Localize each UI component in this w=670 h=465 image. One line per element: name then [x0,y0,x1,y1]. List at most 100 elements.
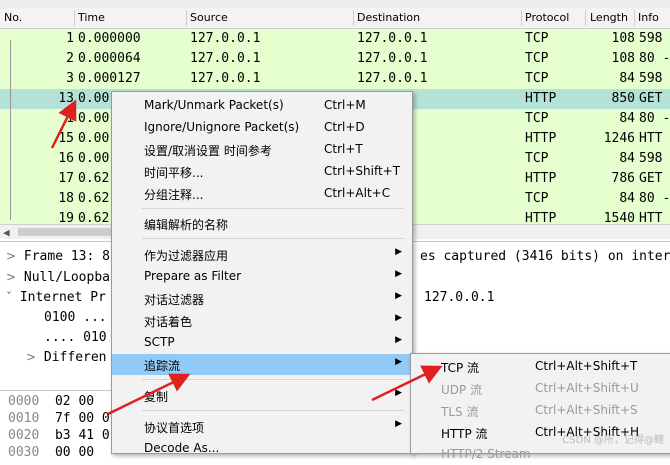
detail-ip-version[interactable]: 0100 ... [44,310,107,325]
col-length-header[interactable]: Length [590,11,628,24]
submenu-arrow-icon: ▶ [395,335,402,345]
packet-source: 127.0.0.1 [190,31,261,46]
packet-time: 0.00 [78,111,110,126]
packet-no: 1 [66,111,74,126]
packet-row[interactable]: 2 0.000064 127.0.0.1 127.0.0.1 TCP 108 8… [0,49,670,69]
expand-arrow-icon[interactable]: > [6,270,16,284]
submenu-item-udp-stream[interactable]: UDP 流 Ctrl+Alt+Shift+U [411,377,669,399]
packet-no: 18 [58,191,74,206]
detail-frame-label: Frame 13: 8 [23,249,110,264]
col-protocol-header[interactable]: Protocol [525,11,569,24]
hex-bytes[interactable]: b3 41 0 [55,428,110,443]
packet-protocol: TCP [525,71,549,86]
hex-bytes[interactable]: 00 00 [55,445,94,460]
col-time-header[interactable]: Time [78,11,105,24]
packet-no: 2 [66,51,74,66]
packet-protocol: TCP [525,51,549,66]
packet-info: 80 - [639,51,670,66]
submenu-arrow-icon: ▶ [395,269,402,279]
menu-item-ignore-packet[interactable]: Ignore/Unignore Packet(s) Ctrl+D [112,117,412,138]
packet-length: 108 [611,51,635,66]
packet-context-menu: Mark/Unmark Packet(s) Ctrl+M Ignore/Unign… [111,91,413,455]
packet-no: 15 [58,131,74,146]
packet-info: 80 - [639,111,670,126]
packet-info: 598 [639,151,663,166]
menu-separator [142,238,404,239]
detail-ip-header-length[interactable]: .... 010 [44,330,107,345]
submenu-item-tls-stream[interactable]: TLS 流 Ctrl+Alt+Shift+S [411,399,669,421]
menu-item-apply-as-filter[interactable]: 作为过滤器应用 ▶ [112,244,412,265]
col-destination-header[interactable]: Destination [357,11,420,24]
menu-separator [142,379,404,380]
packet-length: 84 [619,151,635,166]
submenu-arrow-icon: ▶ [395,247,402,257]
packet-no: 1 [66,31,74,46]
menu-item-packet-comment[interactable]: 分组注释... Ctrl+Alt+C [112,183,412,204]
col-info-header[interactable]: Info [638,11,659,24]
packet-info: 598 [639,71,663,86]
packet-info: 80 - [639,191,670,206]
packet-info: 598 [639,31,663,46]
packet-destination: 127.0.0.1 [357,51,428,66]
col-source-header[interactable]: Source [190,11,228,24]
menu-item-edit-resolved-name[interactable]: 编辑解析的名称 [112,213,412,234]
menu-item-time-shift[interactable]: 时间平移... Ctrl+Shift+T [112,161,412,182]
hex-bytes[interactable]: 02 00 [55,394,94,409]
watermark: CSDN @所，记得@鲤 [562,435,664,446]
packet-time: 0.00 [78,91,110,106]
menu-item-conversation-filter[interactable]: 对话过滤器 ▶ [112,288,412,309]
packet-time: 0.62 [78,171,110,186]
submenu-arrow-icon: ▶ [395,388,402,398]
submenu-arrow-icon: ▶ [395,313,402,323]
packet-list-header: No. Time Source Destination Protocol Len… [0,8,670,29]
detail-ip-dst: 127.0.0.1 [424,290,495,305]
packet-time: 0.000000 [78,31,141,46]
packet-length: 84 [619,191,635,206]
packet-protocol: HTTP [525,131,557,146]
hex-offset: 0000 [8,394,40,409]
packet-time: 0.000064 [78,51,141,66]
detail-frame[interactable]: > Frame 13: 8 [6,249,110,264]
packet-length: 84 [619,71,635,86]
packet-time: 0.00 [78,131,110,146]
menu-item-mark-packet[interactable]: Mark/Unmark Packet(s) Ctrl+M [112,95,412,116]
packet-protocol: TCP [525,151,549,166]
menu-item-sctp[interactable]: SCTP ▶ [112,332,412,353]
scroll-left-icon[interactable]: ◀ [3,226,10,239]
packet-length: 850 [611,91,635,106]
packet-info: GET [639,171,663,186]
submenu-arrow-icon: ▶ [395,419,402,429]
packet-length: 108 [611,31,635,46]
packet-length: 84 [619,111,635,126]
col-no-header[interactable]: No. [4,11,22,24]
expand-arrow-icon[interactable]: > [6,249,16,263]
hex-offset: 0030 [8,445,40,460]
packet-protocol: TCP [525,111,549,126]
packet-no: 16 [58,151,74,166]
detail-ip[interactable]: ˅ Internet Pr [6,290,106,305]
menu-item-time-reference[interactable]: 设置/取消设置 时间参考 Ctrl+T [112,139,412,160]
expand-arrow-icon[interactable]: > [26,350,36,364]
packet-protocol: HTTP [525,171,557,186]
packet-row[interactable]: 3 0.000127 127.0.0.1 127.0.0.1 TCP 84 59… [0,69,670,89]
collapse-arrow-icon[interactable]: ˅ [6,290,12,304]
conversation-tree-line [10,40,11,220]
submenu-item-http2-stream[interactable]: HTTP/2 Stream [411,443,669,465]
menu-item-decode-as[interactable]: Decode As... [112,438,412,459]
detail-null-loopback[interactable]: > Null/Loopba [6,270,110,285]
hex-offset: 0010 [8,411,40,426]
submenu-item-tcp-stream[interactable]: TCP 流 Ctrl+Alt+Shift+T [411,355,669,377]
submenu-arrow-icon: ▶ [395,357,402,367]
menu-item-colorize-conversation[interactable]: 对话着色 ▶ [112,310,412,331]
menu-item-protocol-preferences[interactable]: 协议首选项 ▶ [112,416,412,437]
detail-dsfield[interactable]: > Differen [26,350,107,365]
packet-row[interactable]: 1 0.000000 127.0.0.1 127.0.0.1 TCP 108 5… [0,29,670,49]
packet-info: HTT [639,131,663,146]
menu-item-prepare-as-filter[interactable]: Prepare as Filter ▶ [112,266,412,287]
menu-item-follow-stream[interactable]: 追踪流 ▶ [112,354,412,375]
hex-offset: 0020 [8,428,40,443]
packet-time: 0.000127 [78,71,141,86]
menu-item-copy[interactable]: 复制 ▶ [112,385,412,406]
packet-info: GET [639,91,663,106]
hex-bytes[interactable]: 7f 00 0 [55,411,110,426]
